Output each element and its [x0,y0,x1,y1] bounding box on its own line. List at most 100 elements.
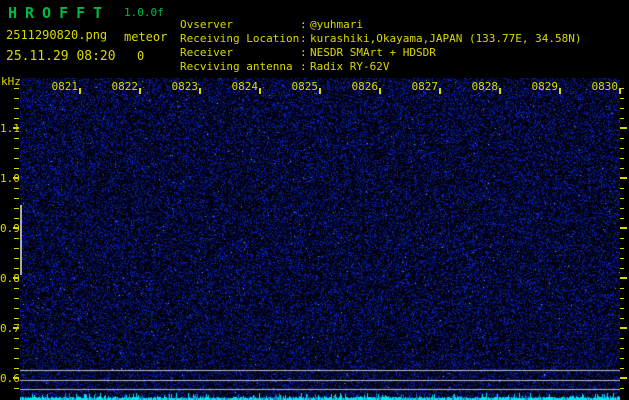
axis-tick [14,188,19,189]
axis-tick [620,327,627,329]
version-label: 1.0.0f [124,6,164,19]
time-tick-label: 0829 [528,80,558,93]
axis-tick [620,358,624,359]
axis-tick [14,368,19,369]
axis-tick [14,248,19,249]
axis-tick [620,127,627,129]
axis-tick [620,198,624,199]
axis-tick [139,88,141,94]
axis-tick [620,338,624,339]
axis-tick [79,88,81,94]
axis-tick [620,288,624,289]
long-echo-marker-line [20,205,22,275]
info-value: kurashiki,Okayama,JAPAN (133.77E, 34.58N… [310,32,582,45]
axis-tick [199,88,201,94]
axis-tick [439,88,441,94]
freq-tick-label: 0.9 [0,222,13,235]
axis-tick [620,318,624,319]
output-filename: 2511290820.png [6,28,107,42]
axis-tick [14,338,19,339]
time-tick-label: 0827 [408,80,438,93]
axis-tick [14,158,19,159]
axis-tick [620,238,624,239]
time-tick-label: 0822 [108,80,138,93]
time-tick-label: 0824 [228,80,258,93]
axis-tick [14,298,19,299]
axis-tick [379,88,381,94]
axis-tick [14,88,19,89]
axis-tick [620,148,624,149]
axis-tick [620,248,624,249]
axis-tick [499,88,501,94]
axis-tick [14,148,19,149]
axis-tick [14,348,19,349]
freq-tick-label: 1.0 [0,172,13,185]
axis-tick [620,88,624,89]
axis-tick [620,348,624,349]
axis-tick [620,227,627,229]
axis-tick [559,88,561,94]
freq-tick-label: 0.8 [0,272,13,285]
freq-tick-label: 0.7 [0,322,13,335]
axis-tick [14,108,19,109]
axis-tick [620,108,624,109]
info-row-antenna: Recviving antenna: Radix RY-62V [180,47,207,60]
time-tick-label: 0826 [348,80,378,93]
info-row-location: Receiving Location: kurashiki,Okayama,JAP… [180,19,207,32]
axis-tick [620,138,624,139]
info-separator: : [300,46,307,59]
freq-tick-label: 0.6 [0,372,13,385]
axis-tick [14,138,19,139]
info-row-receiver: Receiver: NESDR SMArt + HDSDR [180,33,207,46]
y-axis-unit-label: kHz [1,75,21,88]
info-value: NESDR SMArt + HDSDR [310,46,436,59]
axis-tick [14,358,19,359]
info-value: @yuhmari [310,18,363,31]
info-value: Radix RY-62V [310,60,389,73]
axis-tick [14,308,19,309]
axis-tick [620,218,624,219]
axis-tick [259,88,261,94]
axis-tick [14,318,19,319]
axis-tick [620,308,624,309]
time-tick-label: 0821 [48,80,78,93]
axis-tick [14,268,19,269]
axis-tick [14,388,19,389]
time-tick-label: 0828 [468,80,498,93]
hrofft-window: HROFFT 1.0.0f 2511290820.png meteor 25.1… [0,0,629,400]
axis-tick [620,168,624,169]
axis-tick [620,158,624,159]
axis-tick [620,377,627,379]
time-tick-label: 0823 [168,80,198,93]
axis-tick [620,277,627,279]
axis-tick [14,98,19,99]
time-tick-label: 0825 [288,80,318,93]
freq-tick-label: 1.1 [0,122,13,135]
axis-tick [620,388,624,389]
axis-tick [14,168,19,169]
spectrogram-waterfall [20,78,620,400]
meteor-count-label: meteor [124,30,167,44]
time-tick-label: 0830 [588,80,618,93]
axis-tick [14,238,19,239]
axis-tick [620,208,624,209]
axis-tick [620,118,624,119]
observation-datetime: 25.11.29 08:20 [6,49,116,64]
app-title: HROFFT [8,4,110,22]
axis-tick [620,98,624,99]
info-label: Recviving antenna [180,60,300,73]
axis-tick [620,268,624,269]
info-separator: : [300,18,307,31]
axis-tick [620,258,624,259]
meteor-count-value: 0 [137,49,144,63]
axis-tick [620,177,627,179]
axis-tick [14,218,19,219]
axis-tick [620,298,624,299]
axis-tick [14,288,19,289]
axis-tick [14,118,19,119]
info-separator: : [300,32,307,45]
axis-tick [14,208,19,209]
axis-tick [620,188,624,189]
axis-tick [14,258,19,259]
axis-tick [14,198,19,199]
